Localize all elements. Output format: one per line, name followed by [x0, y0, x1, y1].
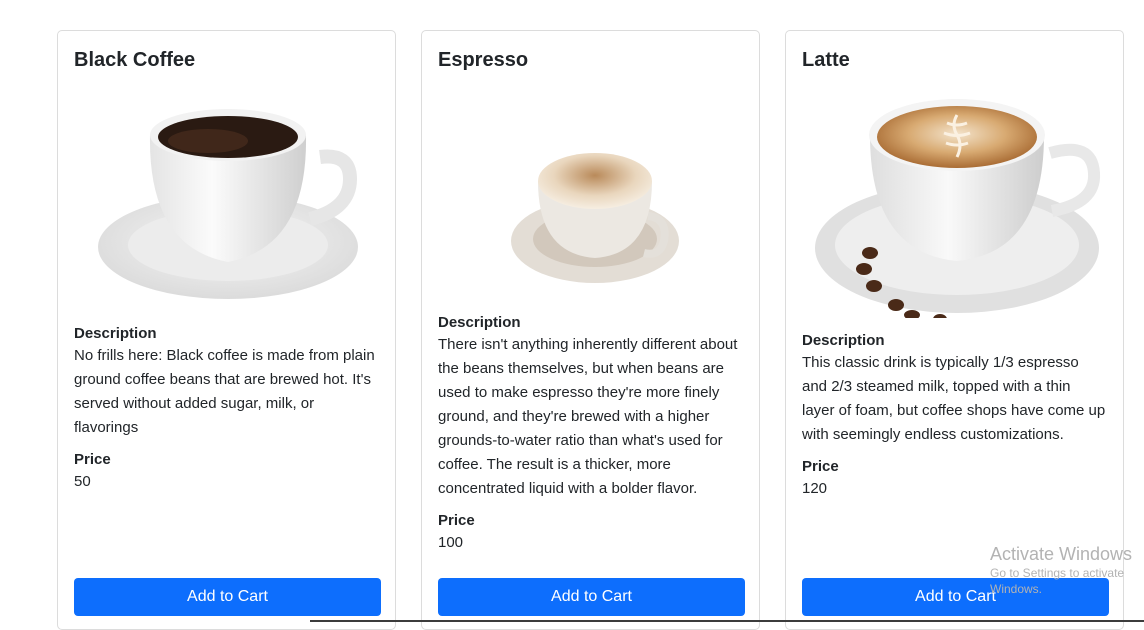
price-value: 120	[802, 480, 828, 497]
product-description: This classic drink is typically 1/3 espr…	[802, 354, 1106, 443]
product-description: No frills here: Black coffee is made fro…	[74, 347, 375, 436]
add-to-cart-button[interactable]: Add to Cart	[438, 578, 745, 616]
description-label: Description	[438, 314, 521, 331]
product-description: There isn't anything inherently differen…	[438, 336, 738, 497]
product-card-espresso: Espresso Description There isn't anythin…	[421, 30, 760, 630]
product-card-latte: Latte Description This classic drink is …	[785, 30, 1124, 630]
product-title: Latte	[802, 49, 850, 71]
product-info: Description There isn't anything inheren…	[438, 312, 743, 553]
latte-image	[815, 99, 1101, 318]
description-label: Description	[802, 332, 885, 349]
watermark-subtitle: Go to Settings to activate Windows.	[990, 566, 1125, 596]
description-label: Description	[74, 325, 157, 342]
product-title: Espresso	[438, 49, 529, 71]
product-info: Description No frills here: Black coffee…	[74, 323, 379, 492]
product-title: Black Coffee	[74, 49, 196, 71]
price-label: Price	[438, 512, 475, 529]
product-info: Description This classic drink is typica…	[802, 330, 1107, 499]
add-to-cart-button[interactable]: Add to Cart	[74, 578, 381, 616]
price-label: Price	[802, 458, 839, 475]
product-card-black-coffee: Black Coffee Description No frills here:…	[57, 30, 396, 630]
activate-windows-watermark: Activate Windows Go to Settings to activ…	[990, 543, 1144, 597]
espresso-image	[511, 153, 679, 283]
price-value: 50	[74, 473, 91, 490]
watermark-title: Activate Windows	[990, 544, 1133, 564]
black-coffee-image	[98, 109, 358, 299]
price-value: 100	[438, 534, 464, 551]
price-label: Price	[74, 451, 111, 468]
